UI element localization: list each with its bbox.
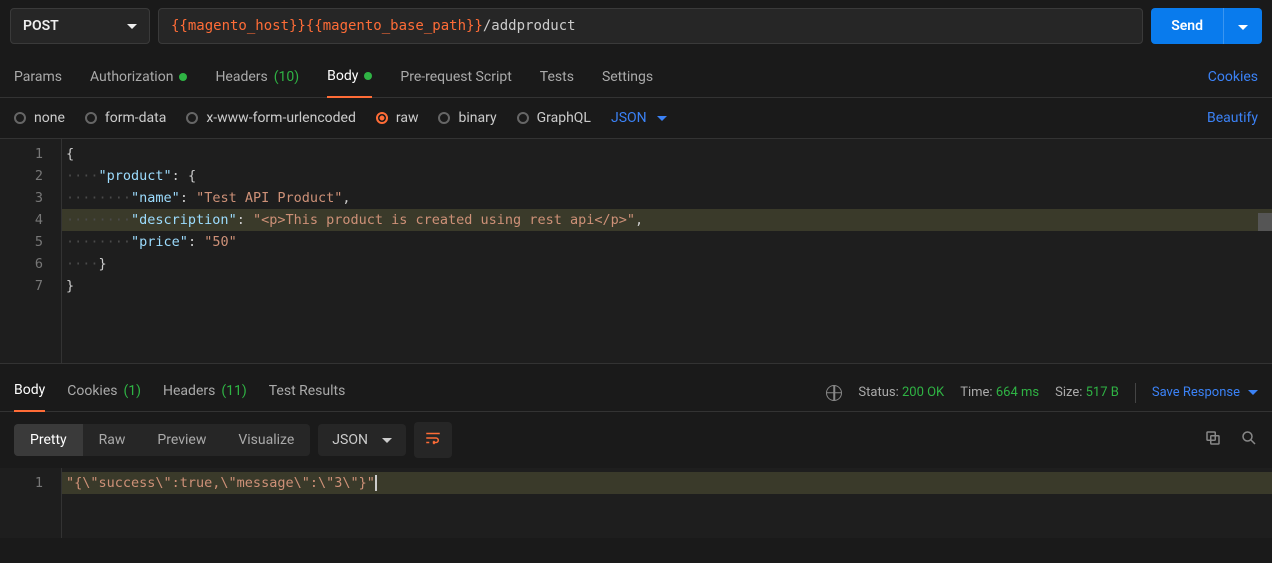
tab-pre-request-script[interactable]: Pre-request Script [400, 61, 511, 97]
chevron-down-icon [382, 438, 392, 443]
radio-icon [376, 112, 388, 124]
request-tabs: Params Authorization Headers (10) Body P… [0, 52, 1272, 98]
url-variable-part: {{magento_host}}{{magento_base_path}} [171, 18, 483, 34]
response-body-editor[interactable]: 1 "{\"success\":true,\"message\":\"3\"}" [0, 468, 1272, 538]
beautify-link[interactable]: Beautify [1207, 110, 1258, 126]
globe-icon[interactable] [826, 385, 842, 401]
save-response-button[interactable]: Save Response [1152, 385, 1258, 400]
search-button[interactable] [1240, 429, 1258, 451]
request-url-input[interactable]: {{magento_host}}{{magento_base_path}}/ad… [158, 8, 1143, 44]
response-format-dropdown[interactable]: JSON [318, 424, 406, 456]
radio-icon [517, 112, 529, 124]
copy-button[interactable] [1204, 429, 1222, 451]
tab-headers[interactable]: Headers (10) [215, 61, 299, 97]
body-type-urlencoded[interactable]: x-www-form-urlencoded [186, 110, 356, 126]
scrollbar-thumb[interactable] [1258, 213, 1272, 231]
send-button[interactable]: Send [1151, 8, 1262, 44]
response-tab-body[interactable]: Body [14, 374, 45, 412]
radio-icon [85, 112, 97, 124]
tab-body[interactable]: Body [327, 60, 372, 98]
tab-settings[interactable]: Settings [602, 61, 653, 97]
size-field: Size: 517 B [1055, 385, 1119, 400]
radio-icon [438, 112, 450, 124]
response-toolbar: Pretty Raw Preview Visualize JSON [0, 412, 1272, 468]
line-gutter: 1 2 3 4 5 6 7 [0, 139, 62, 363]
status-field: Status: 200 OK [858, 385, 944, 400]
http-method-dropdown[interactable]: POST [10, 8, 150, 44]
send-dropdown[interactable] [1223, 8, 1262, 44]
send-button-label: Send [1151, 8, 1223, 44]
separator [1135, 383, 1136, 403]
response-tab-headers[interactable]: Headers (11) [163, 375, 247, 411]
search-icon [1240, 429, 1258, 447]
status-dot-icon [364, 72, 372, 80]
tab-tests[interactable]: Tests [540, 61, 574, 97]
chevron-down-icon [1238, 25, 1248, 30]
code-area[interactable]: { ····"product": { ········"name": "Test… [62, 139, 1272, 363]
body-type-graphql[interactable]: GraphQL [517, 110, 591, 126]
chevron-down-icon [127, 24, 137, 29]
view-raw[interactable]: Raw [83, 424, 142, 456]
tab-params[interactable]: Params [14, 61, 62, 97]
radio-icon [14, 112, 26, 124]
body-type-form-data[interactable]: form-data [85, 110, 166, 126]
response-tab-cookies[interactable]: Cookies (1) [67, 375, 141, 411]
body-type-selector: none form-data x-www-form-urlencoded raw… [0, 98, 1272, 139]
response-tab-test-results[interactable]: Test Results [269, 375, 346, 411]
url-path-part: /addproduct [483, 18, 576, 34]
view-preview[interactable]: Preview [141, 424, 222, 456]
response-view-group: Pretty Raw Preview Visualize [14, 424, 310, 456]
cookies-link[interactable]: Cookies [1208, 61, 1258, 97]
request-body-editor[interactable]: 1 2 3 4 5 6 7 { ····"product": { ·······… [0, 139, 1272, 363]
chevron-down-icon [1248, 390, 1258, 395]
view-pretty[interactable]: Pretty [14, 424, 83, 456]
copy-icon [1204, 429, 1222, 447]
response-tabs-row: Body Cookies (1) Headers (11) Test Resul… [0, 363, 1272, 412]
status-dot-icon [179, 73, 187, 81]
body-type-raw[interactable]: raw [376, 110, 419, 126]
view-visualize[interactable]: Visualize [222, 424, 310, 456]
wrap-icon [424, 429, 442, 447]
body-type-binary[interactable]: binary [438, 110, 496, 126]
body-type-none[interactable]: none [14, 110, 65, 126]
time-field: Time: 664 ms [960, 385, 1039, 400]
chevron-down-icon [657, 116, 667, 121]
code-area[interactable]: "{\"success\":true,\"message\":\"3\"}" [62, 468, 1272, 538]
text-cursor [375, 475, 377, 491]
wrap-lines-button[interactable] [414, 422, 452, 458]
radio-icon [186, 112, 198, 124]
http-method-label: POST [23, 18, 59, 34]
line-gutter: 1 [0, 468, 62, 538]
tab-authorization[interactable]: Authorization [90, 61, 187, 97]
raw-format-dropdown[interactable]: JSON [611, 110, 667, 126]
